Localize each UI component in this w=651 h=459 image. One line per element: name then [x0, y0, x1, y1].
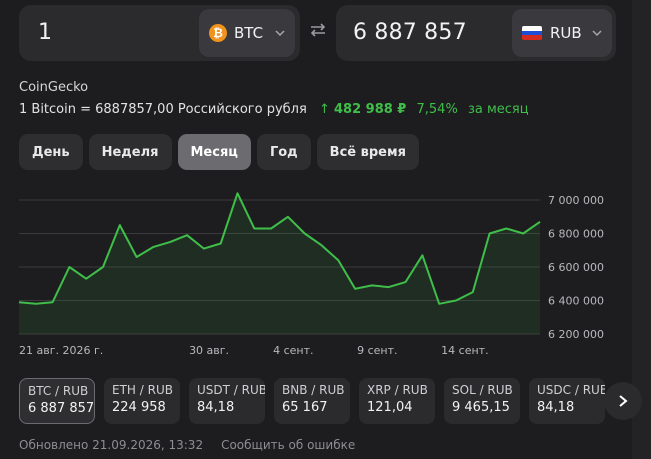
price-chart[interactable]: 7 000 000 6 800 000 6 600 000 6 400 000 6 20…	[0, 184, 632, 364]
chevron-right-icon	[619, 395, 628, 407]
from-currency-select[interactable]: ₿ BTC	[199, 9, 295, 57]
pair-value: 6 887 857	[28, 401, 95, 416]
pair-value: 65 167	[282, 400, 328, 415]
from-amount-field[interactable]: 1 ₿ BTC	[19, 5, 300, 61]
chevron-down-icon	[592, 30, 602, 37]
crypto-converter-widget: 1 ₿ BTC 6 887 857 RUB CoinGecko 1 Bitcoi…	[0, 0, 632, 459]
y-tick-label: 7 000 000	[548, 194, 604, 207]
pair-symbol: BNB / RUB	[282, 383, 345, 397]
tab-year[interactable]: Год	[256, 134, 311, 170]
to-currency-code: RUB	[550, 24, 582, 42]
chevron-down-icon	[275, 30, 285, 37]
tab-week[interactable]: Неделя	[88, 134, 172, 170]
from-amount-value[interactable]: 1	[38, 20, 52, 45]
pair-symbol: USDT / RUB	[197, 383, 265, 397]
tab-day[interactable]: День	[19, 134, 83, 170]
exchange-rate-line: 1 Bitcoin = 6887857,00 Российского рубля…	[19, 102, 529, 117]
pair-value: 224 958	[112, 400, 166, 415]
change-period: за месяц	[467, 102, 529, 117]
x-tick-label: 21 авг. 2026 г.	[19, 344, 103, 357]
pair-card-sol-rub[interactable]: SOL / RUB 9 465,15	[444, 378, 520, 424]
pair-card-usdt-rub[interactable]: USDT / RUB 84,18	[189, 378, 265, 424]
data-source-label: CoinGecko	[19, 80, 89, 95]
to-amount-value[interactable]: 6 887 857	[353, 20, 467, 45]
x-tick-label: 30 авг.	[189, 344, 229, 357]
pair-symbol: ETH / RUB	[112, 383, 173, 397]
period-tabs: День Неделя Месяц Год Всё время	[19, 134, 419, 170]
pair-card-btc-rub[interactable]: BTC / RUB 6 887 857	[19, 378, 95, 424]
swap-arrows-icon[interactable]	[305, 22, 331, 44]
tab-month[interactable]: Месяц	[177, 134, 251, 170]
pair-symbol: SOL / RUB	[452, 383, 513, 397]
pair-card-bnb-rub[interactable]: BNB / RUB 65 167	[274, 378, 350, 424]
pair-symbol: XRP / RUB	[367, 383, 428, 397]
bitcoin-icon: ₿	[209, 24, 227, 42]
report-error-link[interactable]: Сообщить об ошибке	[221, 438, 355, 452]
pair-card-xrp-rub[interactable]: XRP / RUB 121,04	[359, 378, 435, 424]
rate-text: 1 Bitcoin = 6887857,00 Российского рубля	[19, 102, 307, 117]
y-tick-label: 6 600 000	[548, 261, 604, 274]
y-tick-label: 6 200 000	[548, 328, 604, 341]
pair-value: 84,18	[197, 400, 235, 415]
pair-symbol: BTC / RUB	[28, 384, 89, 398]
change-amount: 482 988 ₽	[333, 102, 407, 117]
pair-card-usdc-rub[interactable]: USDC / RUB 84,18	[529, 378, 605, 424]
russia-flag-icon	[522, 26, 542, 40]
to-currency-select[interactable]: RUB	[512, 9, 612, 57]
y-tick-label: 6 800 000	[548, 228, 604, 241]
pair-value: 84,18	[537, 400, 575, 415]
y-tick-label: 6 400 000	[548, 295, 604, 308]
change-percent: 7,54%	[416, 102, 458, 117]
x-tick-label: 9 сент.	[357, 344, 397, 357]
from-currency-code: BTC	[234, 24, 264, 42]
next-pairs-button[interactable]	[604, 382, 642, 420]
pair-list: BTC / RUB 6 887 857 ETH / RUB 224 958 US…	[19, 378, 605, 424]
pair-value: 121,04	[367, 400, 413, 415]
x-tick-label: 4 сент.	[273, 344, 313, 357]
x-tick-label: 14 сент.	[441, 344, 488, 357]
pair-card-eth-rub[interactable]: ETH / RUB 224 958	[104, 378, 180, 424]
tab-all-time[interactable]: Всё время	[316, 134, 419, 170]
updated-timestamp: Обновлено 21.09.2026, 13:32	[19, 438, 204, 452]
chart-area	[19, 193, 540, 334]
footer: Обновлено 21.09.2026, 13:32 Сообщить об …	[19, 438, 355, 452]
arrow-up-icon: ↑	[318, 102, 330, 117]
pair-symbol: USDC / RUB	[537, 383, 605, 397]
pair-value: 9 465,15	[452, 400, 510, 415]
to-amount-field[interactable]: 6 887 857 RUB	[336, 5, 616, 61]
